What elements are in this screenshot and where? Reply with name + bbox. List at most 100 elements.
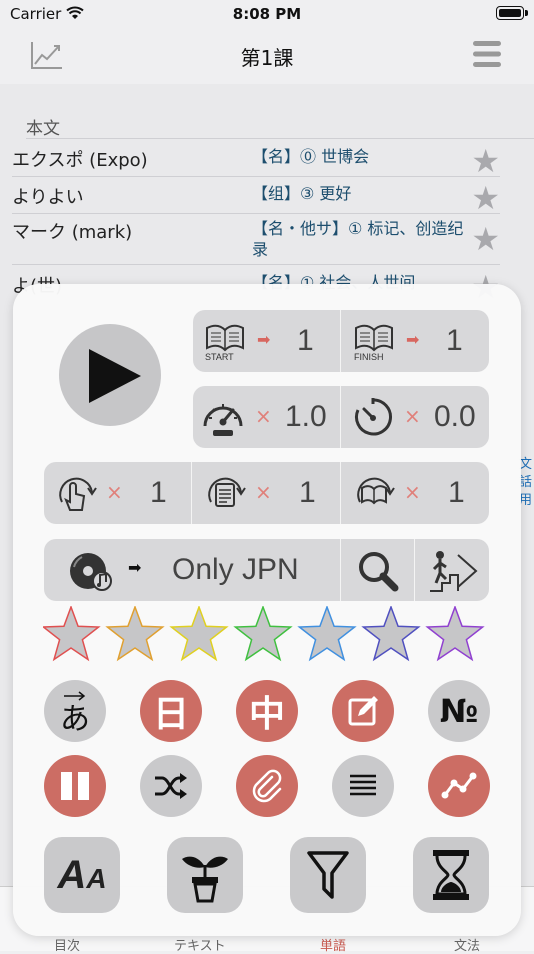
- repeat-one-value: 1: [150, 476, 167, 509]
- section-title: 本文: [26, 119, 60, 139]
- stairs-person-icon: [430, 551, 478, 592]
- side-text: 文話用: [519, 457, 533, 508]
- list-row[interactable]: マーク (mark) 【名・他サ】① 标记、创造纪录 ★: [12, 214, 500, 265]
- progress-chart-button[interactable]: [428, 755, 490, 817]
- page-title: 第1課: [240, 46, 294, 70]
- open-book-icon: [206, 324, 244, 352]
- timer-button[interactable]: [413, 837, 489, 913]
- repeat-one[interactable]: × 1: [44, 462, 192, 524]
- search-icon: [359, 552, 399, 592]
- finish-control[interactable]: FINISH ➡ 1: [342, 310, 489, 372]
- speed-value: 1.0: [285, 400, 327, 433]
- playback-panel: START ➡ 1 FINISH ➡ 1 × 1.0 × 0.0 × 1 × 1…: [13, 284, 521, 936]
- filter-icon: [307, 851, 349, 899]
- list-row[interactable]: よりよい 【组】③ 更好 ★: [12, 177, 500, 217]
- repeat-book-value: 1: [448, 476, 465, 509]
- start-label: START: [205, 352, 234, 362]
- japanese-button[interactable]: 日: [140, 680, 202, 742]
- star-filter-icon[interactable]: [169, 604, 229, 662]
- start-value: 1: [297, 324, 314, 357]
- tab-words[interactable]: 単語: [320, 935, 346, 954]
- meaning-label: 【名】⓪ 世博会: [252, 147, 370, 166]
- hourglass-icon: [433, 850, 469, 900]
- book-repeat-icon: [357, 477, 395, 505]
- times-sign: ×: [255, 480, 272, 504]
- star-filter-icon[interactable]: [105, 604, 165, 662]
- speed-control: × 1.0 × 0.0: [193, 386, 489, 448]
- section-divider: [26, 138, 534, 139]
- star-filter-row: [41, 604, 493, 666]
- times-sign: ×: [106, 480, 123, 504]
- edit-button[interactable]: [332, 680, 394, 742]
- arrow-icon: ➡: [257, 330, 271, 349]
- interval-value: 0.0: [434, 400, 476, 433]
- battery-icon: [496, 6, 528, 20]
- repeat-list-value: 1: [299, 476, 316, 509]
- font-size-button[interactable]: AA: [44, 837, 120, 913]
- tab-grammar[interactable]: 文法: [454, 935, 480, 954]
- reading-toggle-button[interactable]: あ: [44, 680, 106, 742]
- play-icon: [89, 349, 141, 403]
- font-icon: AA: [57, 852, 107, 897]
- times-sign: ×: [404, 404, 421, 428]
- start-control[interactable]: START ➡ 1: [193, 310, 341, 372]
- filter-button[interactable]: [290, 837, 366, 913]
- arrow-right-icon: [64, 691, 86, 701]
- tab-contents[interactable]: 目次: [54, 935, 80, 954]
- disc-music-icon: [70, 553, 112, 591]
- play-button[interactable]: [59, 324, 161, 426]
- range-control: START ➡ 1 FINISH ➡ 1: [193, 310, 489, 372]
- sprout-button[interactable]: [167, 837, 243, 913]
- star-icon[interactable]: ★: [471, 179, 500, 217]
- star-filters: [41, 604, 485, 662]
- shuffle-button[interactable]: [140, 755, 202, 817]
- interval-setting[interactable]: × 0.0: [342, 386, 489, 448]
- star-icon[interactable]: ★: [471, 142, 500, 180]
- step-button[interactable]: [416, 539, 489, 601]
- text-lines-button[interactable]: [332, 755, 394, 817]
- chinese-button[interactable]: 中: [236, 680, 298, 742]
- word-label: よりよい: [12, 187, 84, 208]
- split-view-icon: [61, 772, 89, 800]
- timer-icon: [355, 398, 392, 436]
- hamburger-menu-icon[interactable]: [472, 40, 502, 68]
- paperclip-icon: [252, 769, 282, 803]
- word-label: エクスポ (Expo): [12, 150, 148, 171]
- status-bar: Carrier 8:08 PM: [0, 0, 534, 28]
- finish-value: 1: [446, 324, 463, 357]
- nav-bar: 第1課: [0, 28, 534, 84]
- tab-text[interactable]: テキスト: [174, 935, 226, 954]
- list-repeat-icon: [208, 477, 246, 507]
- split-view-button[interactable]: [44, 755, 106, 817]
- repeat-control: × 1 × 1 × 1: [44, 462, 489, 524]
- meaning-label: 【名・他サ】① 标记、创造纪录: [252, 219, 464, 259]
- speed-setting[interactable]: × 1.0: [193, 386, 341, 448]
- arrow-icon: ➡: [128, 558, 142, 577]
- star-filter-icon[interactable]: [361, 604, 421, 662]
- mode-label: Only JPN: [172, 553, 299, 586]
- sprout-pot-icon: [182, 856, 228, 903]
- speedometer-icon: [203, 404, 243, 436]
- shuffle-icon: [155, 773, 187, 799]
- times-sign: ×: [255, 404, 272, 428]
- attachment-button[interactable]: [236, 755, 298, 817]
- mode-control: ➡ Only JPN: [44, 539, 489, 601]
- list-row[interactable]: エクスポ (Expo) 【名】⓪ 世博会 ★: [12, 140, 500, 180]
- repeat-book[interactable]: × 1: [342, 462, 489, 524]
- open-book-icon: [355, 324, 393, 352]
- star-filter-icon[interactable]: [41, 604, 101, 662]
- star-filter-icon[interactable]: [233, 604, 293, 662]
- audio-mode-button[interactable]: ➡ Only JPN: [44, 539, 341, 601]
- star-filter-icon[interactable]: [297, 604, 357, 662]
- search-button[interactable]: [342, 539, 415, 601]
- meaning-label: 【组】③ 更好: [252, 184, 352, 203]
- number-button[interactable]: №: [428, 680, 490, 742]
- text-lines-icon: [350, 774, 376, 796]
- star-filter-icon[interactable]: [425, 604, 485, 662]
- arrow-icon: ➡: [406, 330, 420, 349]
- star-icon[interactable]: ★: [471, 220, 500, 258]
- japanese-icon: 日: [152, 694, 189, 735]
- clock: 8:08 PM: [232, 5, 302, 23]
- edit-icon: [348, 696, 378, 726]
- repeat-list[interactable]: × 1: [193, 462, 341, 524]
